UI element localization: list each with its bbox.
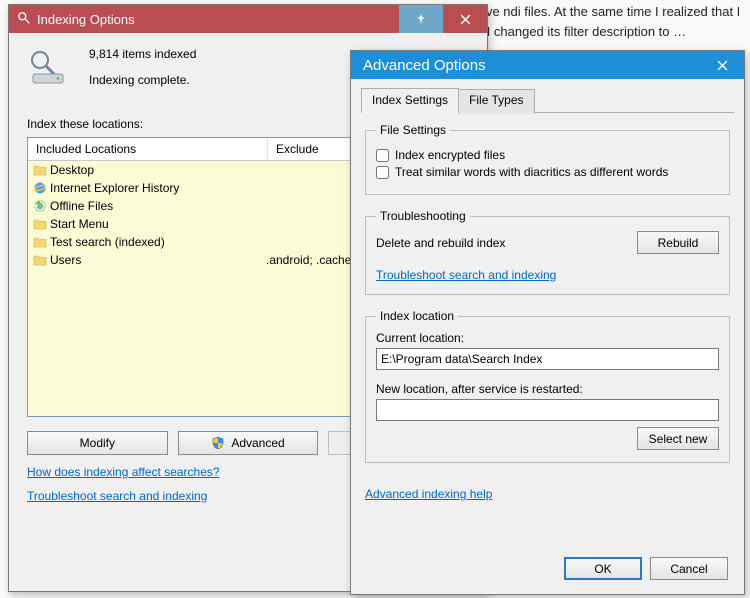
index-encrypted-checkbox[interactable]: Index encrypted files <box>376 148 719 162</box>
troubleshoot-link[interactable]: Troubleshoot search and indexing <box>27 489 207 503</box>
diacritics-checkbox[interactable]: Treat similar words with diacritics as d… <box>376 165 719 179</box>
row-name: Users <box>50 253 266 267</box>
new-location-field[interactable] <box>376 399 719 421</box>
offline-icon <box>32 198 48 214</box>
row-name: Test search (indexed) <box>50 235 266 249</box>
advanced-options-window: Advanced Options Index Settings File Typ… <box>350 50 745 595</box>
drive-search-icon <box>27 47 69 87</box>
advanced-button[interactable]: Advanced <box>178 431 319 455</box>
rebuild-text: Delete and rebuild index <box>376 236 505 250</box>
troubleshooting-legend: Troubleshooting <box>376 209 470 223</box>
index-location-group: Index location Current location: New loc… <box>365 309 730 463</box>
advanced-indexing-help-link[interactable]: Advanced indexing help <box>365 487 492 501</box>
close-button[interactable] <box>700 51 744 79</box>
col-included[interactable]: Included Locations <box>28 138 268 160</box>
new-location-label: New location, after service is restarted… <box>376 382 719 396</box>
rebuild-button[interactable]: Rebuild <box>637 231 719 254</box>
row-name: Start Menu <box>50 217 266 231</box>
cancel-button[interactable]: Cancel <box>650 557 728 580</box>
troubleshoot-search-link[interactable]: Troubleshoot search and indexing <box>376 268 556 282</box>
ok-button[interactable]: OK <box>564 557 642 580</box>
row-name: Desktop <box>50 163 266 177</box>
titlebar[interactable]: Indexing Options <box>9 5 487 33</box>
diacritics-input[interactable] <box>376 166 389 179</box>
file-settings-legend: File Settings <box>376 123 450 137</box>
pin-button[interactable] <box>399 5 443 33</box>
troubleshooting-group: Troubleshooting Delete and rebuild index… <box>365 209 730 295</box>
index-location-legend: Index location <box>376 309 458 323</box>
advanced-button-label: Advanced <box>231 436 284 450</box>
search-loupe-icon <box>17 11 31 28</box>
window-title: Advanced Options <box>359 57 700 74</box>
ie-icon <box>32 180 48 196</box>
indexing-status-text: Indexing complete. <box>89 73 196 87</box>
current-location-label: Current location: <box>376 331 719 345</box>
titlebar[interactable]: Advanced Options <box>351 51 744 79</box>
diacritics-label: Treat similar words with diacritics as d… <box>395 165 668 179</box>
tab-file-types[interactable]: File Types <box>458 89 534 114</box>
modify-button[interactable]: Modify <box>27 431 168 455</box>
shield-icon <box>211 436 225 450</box>
folder-icon <box>32 216 48 232</box>
background-page-text: massive ndi files. At the same time I re… <box>450 0 750 43</box>
select-new-button[interactable]: Select new <box>637 427 719 450</box>
items-indexed-text: 9,814 items indexed <box>89 47 196 61</box>
folder-icon <box>32 234 48 250</box>
dialog-footer: OK Cancel <box>361 547 734 584</box>
row-name: Offline Files <box>50 199 266 213</box>
folder-icon <box>32 162 48 178</box>
row-name: Internet Explorer History <box>50 181 266 195</box>
folder-icon <box>32 252 48 268</box>
current-location-field[interactable] <box>376 348 719 370</box>
file-settings-group: File Settings Index encrypted files Trea… <box>365 123 730 195</box>
index-encrypted-input[interactable] <box>376 149 389 162</box>
tab-bar: Index Settings File Types <box>361 87 734 113</box>
close-button[interactable] <box>443 5 487 33</box>
window-title: Indexing Options <box>37 12 399 27</box>
tab-index-settings[interactable]: Index Settings <box>361 88 459 113</box>
how-indexing-link[interactable]: How does indexing affect searches? <box>27 465 220 479</box>
index-encrypted-label: Index encrypted files <box>395 148 505 162</box>
